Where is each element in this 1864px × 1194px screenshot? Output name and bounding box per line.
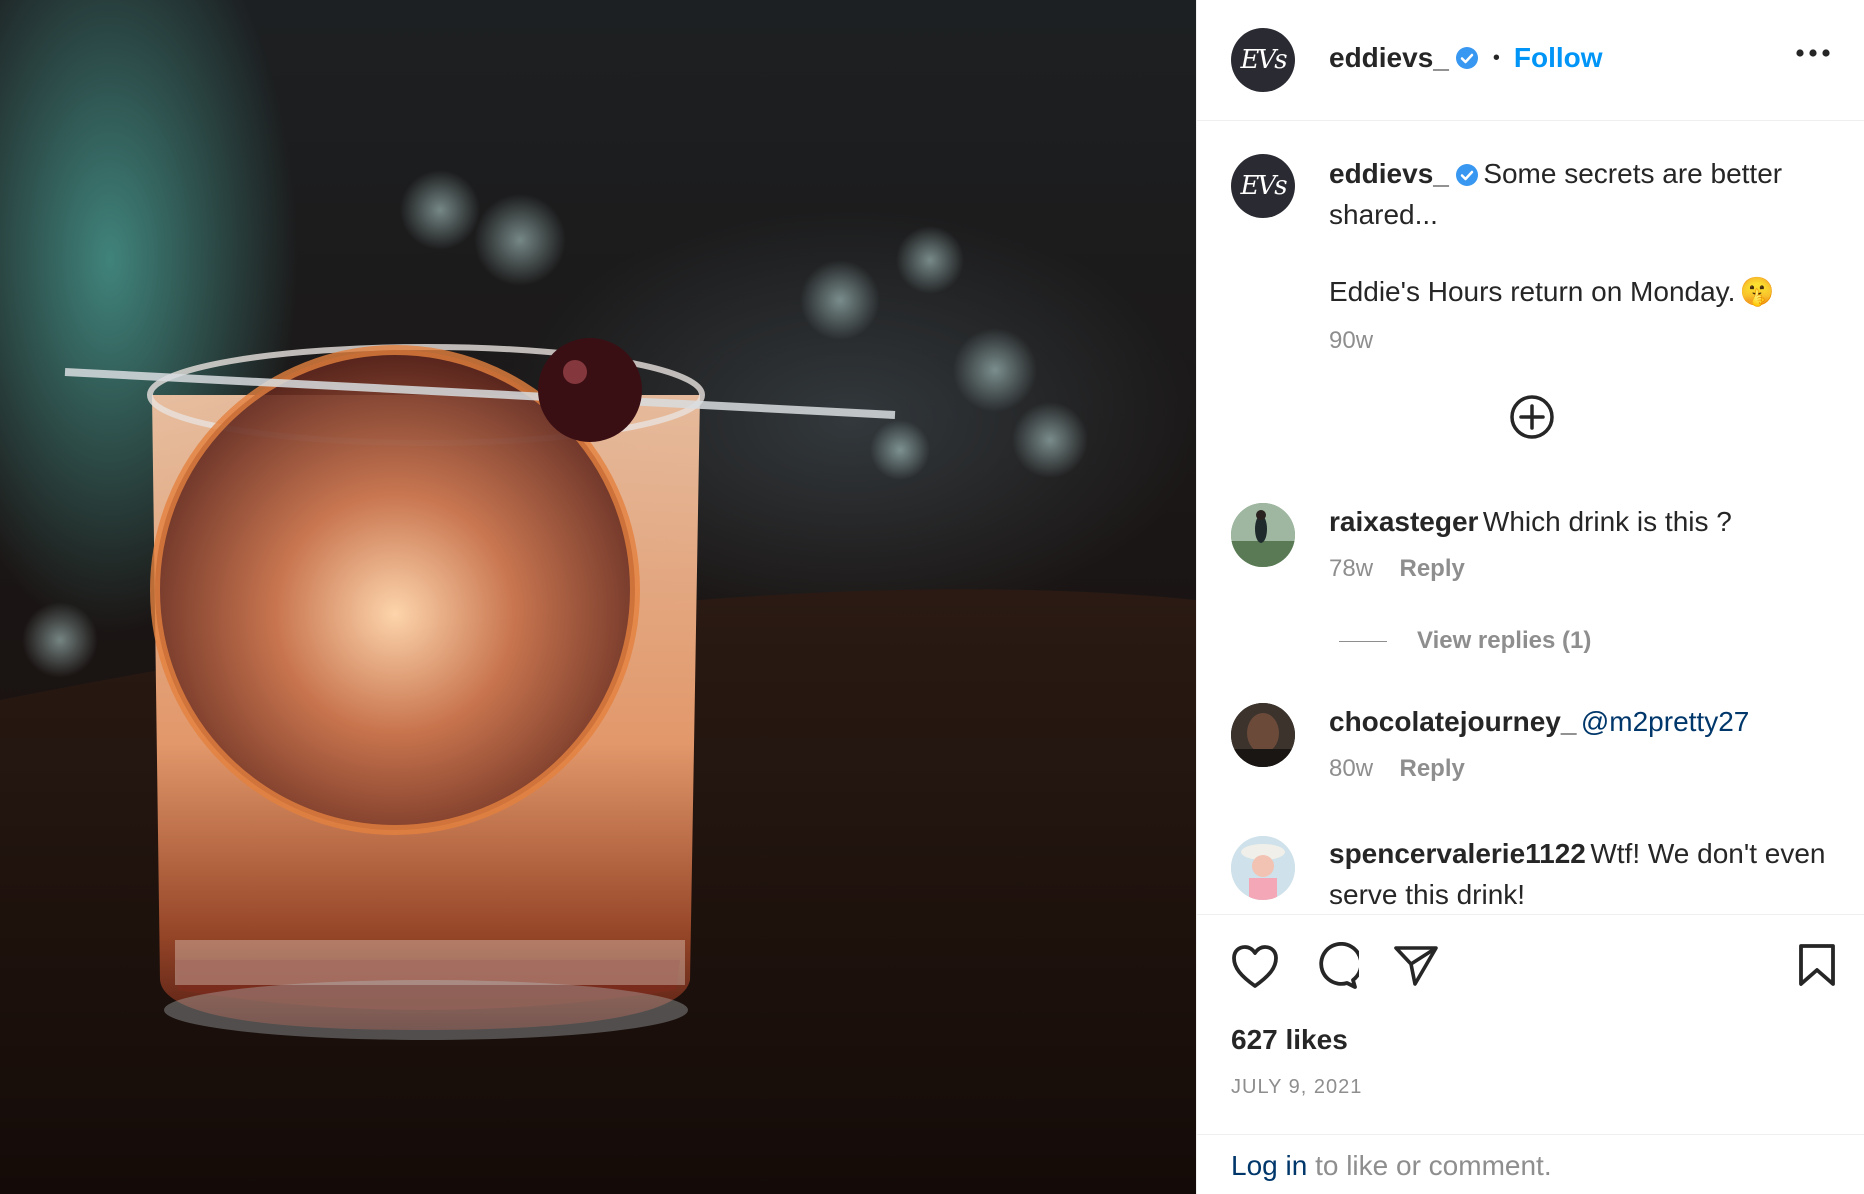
user-photo-icon	[1231, 503, 1295, 567]
login-link[interactable]: Log in	[1231, 1150, 1307, 1181]
user-photo-icon	[1231, 836, 1295, 900]
verified-badge-icon	[1455, 47, 1478, 69]
heart-icon[interactable]	[1231, 944, 1279, 990]
caption-timestamp[interactable]: 90w	[1329, 327, 1373, 354]
replies-line	[1339, 640, 1387, 642]
post-header: eddievs_ • Follow	[1329, 42, 1603, 74]
mention-link[interactable]: @m2pretty27	[1581, 706, 1750, 737]
comment-icon[interactable]	[1311, 942, 1359, 990]
plus-circle-icon[interactable]	[1509, 394, 1555, 440]
comment-item: chocolatejourney_ @m2pretty27 80w Reply	[1329, 704, 1839, 783]
user-photo-icon	[1231, 703, 1295, 767]
verified-badge-icon	[1455, 164, 1478, 186]
comment-item: raixasteger Which drink is this ? 78w Re…	[1329, 504, 1839, 583]
bookmark-icon[interactable]	[1797, 942, 1837, 988]
comment-timestamp[interactable]: 80w	[1329, 755, 1373, 782]
comment-timestamp[interactable]: 78w	[1329, 555, 1373, 582]
comment-username[interactable]: spencervalerie1122	[1329, 838, 1586, 869]
reply-button[interactable]: Reply	[1399, 755, 1464, 782]
more-horizontal-icon[interactable]	[1795, 48, 1831, 58]
header-divider	[1197, 120, 1864, 121]
caption: eddievs_ Some secrets are better shared.…	[1329, 156, 1829, 362]
paper-plane-icon[interactable]	[1393, 944, 1439, 988]
commenter-avatar[interactable]	[1231, 836, 1295, 900]
commenter-avatar[interactable]	[1231, 503, 1295, 567]
separator-dot: •	[1492, 46, 1500, 69]
view-replies-button[interactable]: View replies (1)	[1339, 627, 1591, 655]
post-date[interactable]: JULY 9, 2021	[1231, 1076, 1362, 1099]
caption-username[interactable]: eddievs_	[1329, 158, 1449, 189]
post-sidebar: EVs eddievs_ • Follow EVs eddievs_ Some …	[1196, 0, 1864, 1194]
reply-button[interactable]: Reply	[1399, 555, 1464, 582]
comment-text: Which drink is this ?	[1482, 506, 1732, 537]
header-username[interactable]: eddievs_	[1329, 42, 1449, 74]
post-image	[0, 0, 1196, 1194]
comment-item: spencervalerie1122 Wtf! We don't even se…	[1329, 836, 1829, 918]
commenter-avatar[interactable]	[1231, 703, 1295, 767]
comments-divider	[1197, 914, 1864, 915]
comment-username[interactable]: raixasteger	[1329, 506, 1478, 537]
caption-text-line-2: Eddie's Hours return on Monday.	[1329, 276, 1736, 307]
comment-username[interactable]: chocolatejourney_	[1329, 706, 1576, 737]
shushing-emoji-icon: 🤫	[1739, 276, 1775, 307]
footer-divider	[1197, 1134, 1864, 1135]
login-prompt: Log in to like or comment.	[1231, 1150, 1552, 1182]
likes-count[interactable]: 627 likes	[1231, 1024, 1348, 1056]
caption-avatar[interactable]: EVs	[1231, 154, 1295, 218]
follow-button[interactable]: Follow	[1514, 42, 1603, 74]
cocktail-photo	[0, 170, 1196, 1194]
login-prompt-text: to like or comment.	[1315, 1150, 1552, 1181]
view-replies-label[interactable]: View replies (1)	[1417, 627, 1591, 655]
author-avatar[interactable]: EVs	[1231, 28, 1295, 92]
